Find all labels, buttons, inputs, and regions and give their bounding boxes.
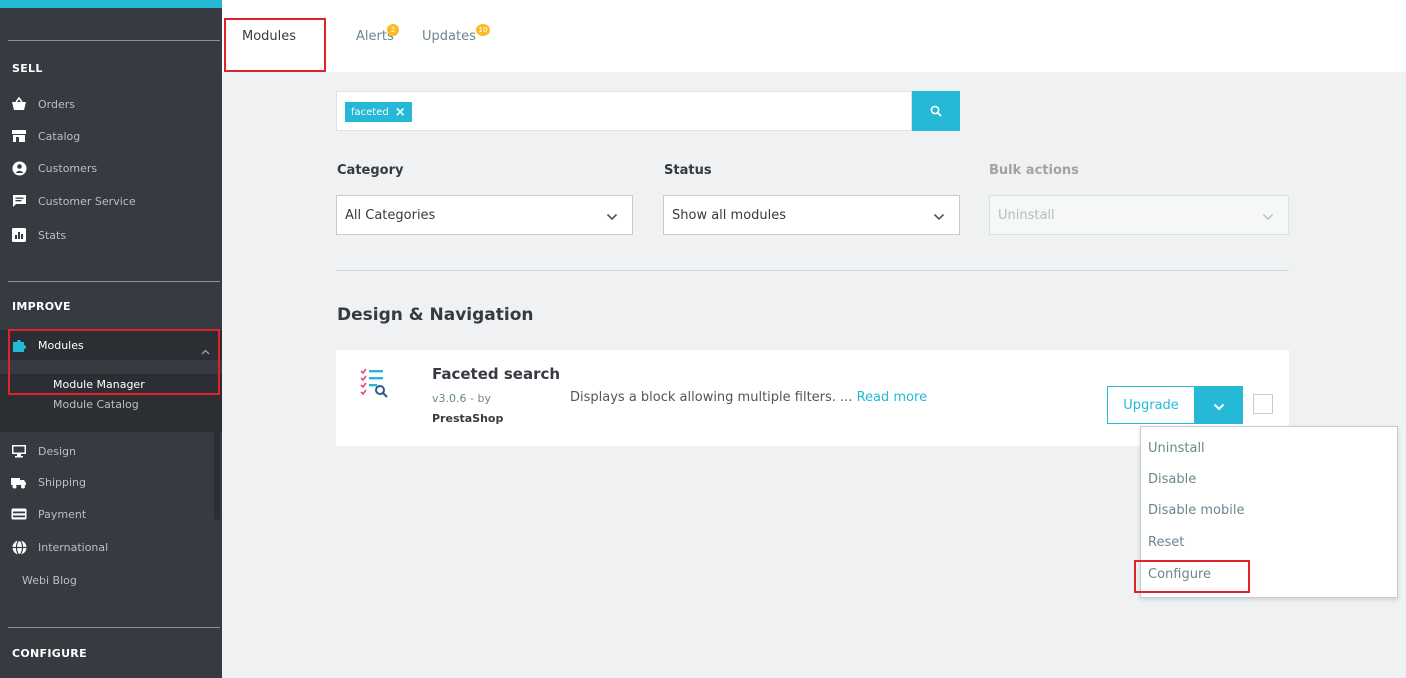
chevron-down-icon bbox=[933, 210, 945, 225]
basket-icon bbox=[11, 96, 27, 112]
section-divider bbox=[336, 270, 1289, 271]
chevron-down-icon bbox=[1262, 210, 1274, 225]
close-icon[interactable]: × bbox=[395, 106, 406, 119]
sidebar-item-label: Webi Blog bbox=[22, 573, 77, 587]
sidebar-heading-configure: CONFIGURE bbox=[12, 647, 87, 660]
module-actions-menu: Uninstall Disable Disable mobile Reset C… bbox=[1140, 426, 1398, 598]
category-filter-label: Category bbox=[337, 163, 404, 178]
bar-chart-icon bbox=[11, 227, 27, 243]
sidebar-divider bbox=[8, 281, 220, 282]
module-actions-dropdown-toggle[interactable] bbox=[1195, 386, 1243, 424]
tab-alerts[interactable]: Alerts bbox=[356, 0, 394, 72]
sidebar-item-label: Shipping bbox=[38, 475, 86, 489]
menu-item-reset[interactable]: Reset bbox=[1148, 535, 1184, 550]
module-search-input[interactable]: faceted × bbox=[336, 91, 912, 131]
sidebar-item-label: Stats bbox=[38, 228, 67, 242]
updates-count-badge: 10 bbox=[476, 24, 490, 36]
read-more-link[interactable]: Read more bbox=[857, 390, 927, 405]
status-select-value: Show all modules bbox=[672, 207, 787, 223]
section-title: Design & Navigation bbox=[337, 305, 534, 325]
menu-item-disable[interactable]: Disable bbox=[1148, 472, 1196, 487]
sidebar-heading-sell: SELL bbox=[12, 62, 43, 75]
sidebar-item-shipping[interactable]: Shipping bbox=[0, 467, 222, 497]
bulk-actions-value: Uninstall bbox=[998, 207, 1055, 223]
category-select[interactable]: All Categories bbox=[336, 195, 633, 235]
tab-modules[interactable]: Modules bbox=[242, 0, 296, 72]
globe-icon bbox=[11, 539, 27, 555]
sidebar: SELL Orders Catalog Customers Customer S… bbox=[0, 0, 222, 678]
sidebar-subitem-module-manager[interactable]: Module Manager bbox=[0, 374, 222, 394]
chat-icon bbox=[11, 193, 27, 209]
bulk-actions-select: Uninstall bbox=[989, 195, 1289, 235]
sidebar-scrollbar[interactable] bbox=[214, 410, 220, 520]
category-select-value: All Categories bbox=[345, 207, 436, 223]
credit-card-icon bbox=[11, 506, 27, 522]
sidebar-item-orders[interactable]: Orders bbox=[0, 89, 222, 119]
truck-icon bbox=[11, 474, 27, 490]
sidebar-item-design[interactable]: Design bbox=[0, 436, 222, 466]
search-tag-label: faceted bbox=[351, 106, 389, 118]
module-description: Displays a block allowing multiple filte… bbox=[570, 390, 927, 405]
module-select-checkbox[interactable] bbox=[1253, 394, 1273, 414]
desktop-icon bbox=[11, 443, 27, 459]
sidebar-submenu-modules: Module Manager Module Catalog bbox=[0, 374, 222, 414]
sidebar-heading-improve: IMPROVE bbox=[12, 300, 71, 313]
search-tag: faceted × bbox=[345, 102, 412, 122]
sidebar-submenu-spacer bbox=[0, 414, 222, 432]
sidebar-item-customers[interactable]: Customers bbox=[0, 153, 222, 183]
tab-label: Modules bbox=[242, 28, 297, 44]
module-description-text: Displays a block allowing multiple filte… bbox=[570, 390, 853, 405]
sidebar-subitem-module-catalog[interactable]: Module Catalog bbox=[0, 394, 222, 414]
bulk-actions-label: Bulk actions bbox=[989, 163, 1079, 178]
status-filter-label: Status bbox=[664, 163, 712, 178]
account-circle-icon bbox=[11, 160, 27, 176]
sidebar-item-label: Modules bbox=[38, 338, 84, 352]
search-button[interactable] bbox=[912, 91, 960, 131]
upgrade-button[interactable]: Upgrade bbox=[1107, 386, 1195, 424]
sidebar-divider bbox=[8, 627, 220, 628]
menu-item-disable-mobile[interactable]: Disable mobile bbox=[1148, 503, 1244, 518]
sidebar-item-label: Payment bbox=[38, 507, 87, 521]
sidebar-item-webi-blog[interactable]: Webi Blog bbox=[0, 565, 222, 595]
menu-item-uninstall[interactable]: Uninstall bbox=[1148, 441, 1205, 456]
search-icon bbox=[930, 102, 942, 121]
sidebar-top-accent bbox=[0, 0, 222, 8]
sidebar-item-catalog[interactable]: Catalog bbox=[0, 121, 222, 151]
tab-updates[interactable]: Updates bbox=[422, 0, 476, 72]
module-version: v3.0.6 - by bbox=[432, 392, 491, 405]
puzzle-icon bbox=[11, 337, 27, 353]
chevron-down-icon bbox=[606, 210, 618, 225]
sidebar-item-stats[interactable]: Stats bbox=[0, 220, 222, 250]
sidebar-item-modules[interactable]: Modules bbox=[0, 330, 222, 360]
tab-bar: Modules Alerts 2 Updates 10 bbox=[222, 0, 1406, 72]
sidebar-item-label: Catalog bbox=[38, 129, 81, 143]
status-select[interactable]: Show all modules bbox=[663, 195, 960, 235]
module-name: Faceted search bbox=[432, 365, 561, 383]
sidebar-item-label: International bbox=[38, 540, 109, 554]
chevron-down-icon bbox=[1213, 396, 1225, 415]
sidebar-item-label: Orders bbox=[38, 97, 75, 111]
chevron-up-icon bbox=[201, 340, 210, 359]
menu-item-configure[interactable]: Configure bbox=[1148, 567, 1211, 582]
tab-label: Updates bbox=[422, 28, 476, 44]
store-icon bbox=[11, 128, 27, 144]
faceted-search-module-icon bbox=[358, 366, 390, 398]
sidebar-item-label: Design bbox=[38, 444, 76, 458]
sidebar-item-label: Customer Service bbox=[38, 194, 136, 208]
sidebar-item-label: Customers bbox=[38, 161, 98, 175]
sidebar-divider bbox=[8, 40, 220, 41]
alerts-count-badge: 2 bbox=[387, 24, 399, 36]
sidebar-item-international[interactable]: International bbox=[0, 532, 222, 562]
sidebar-item-customer-service[interactable]: Customer Service bbox=[0, 186, 222, 216]
sidebar-item-payment[interactable]: Payment bbox=[0, 499, 222, 529]
module-author: PrestaShop bbox=[432, 412, 504, 425]
